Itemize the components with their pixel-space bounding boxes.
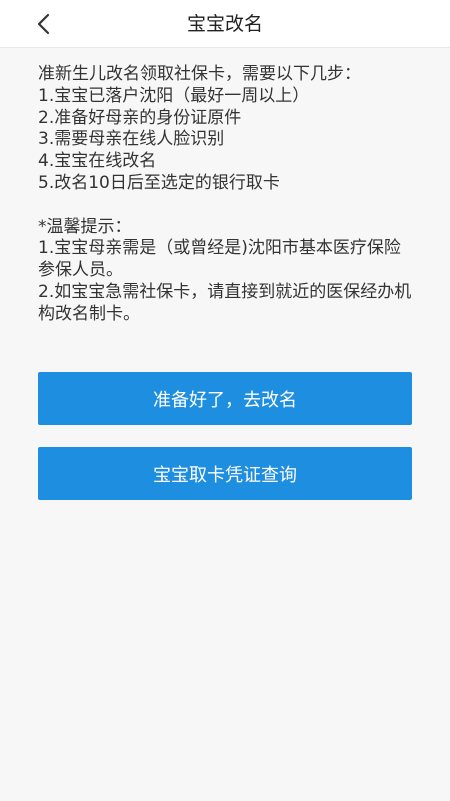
instructions-text: 准新生儿改名领取社保卡，需要以下几步： 1.宝宝已落户沈阳（最好一周以上） 2.… <box>38 64 412 326</box>
chevron-left-icon <box>37 13 50 35</box>
tip-item: 2.如宝宝急需社保卡，请直接到就近的医保经办机构改名制卡。 <box>38 281 412 324</box>
page-title: 宝宝改名 <box>186 13 263 35</box>
intro-heading: 准新生儿改名领取社保卡，需要以下几步： <box>38 64 361 84</box>
top-nav-bar: 宝宝改名 <box>0 0 450 48</box>
go-rename-button[interactable]: 准备好了，去改名 <box>38 372 412 425</box>
tip-item: 1.宝宝母亲需是（或曾经是)沈阳市基本医疗保险参保人员。 <box>38 238 401 281</box>
step-item: 5.改名10日后至选定的银行取卡 <box>38 172 280 193</box>
step-item: 4.宝宝在线改名 <box>38 151 157 172</box>
back-button[interactable] <box>28 8 58 40</box>
card-voucher-query-button[interactable]: 宝宝取卡凭证查询 <box>38 447 412 500</box>
step-item: 2.准备好母亲的身份证原件 <box>38 107 242 128</box>
tips-title: *温馨提示： <box>38 216 132 237</box>
step-item: 3.需要母亲在线人脸识别 <box>38 129 225 150</box>
step-item: 1.宝宝已落户沈阳（最好一周以上） <box>38 85 310 106</box>
